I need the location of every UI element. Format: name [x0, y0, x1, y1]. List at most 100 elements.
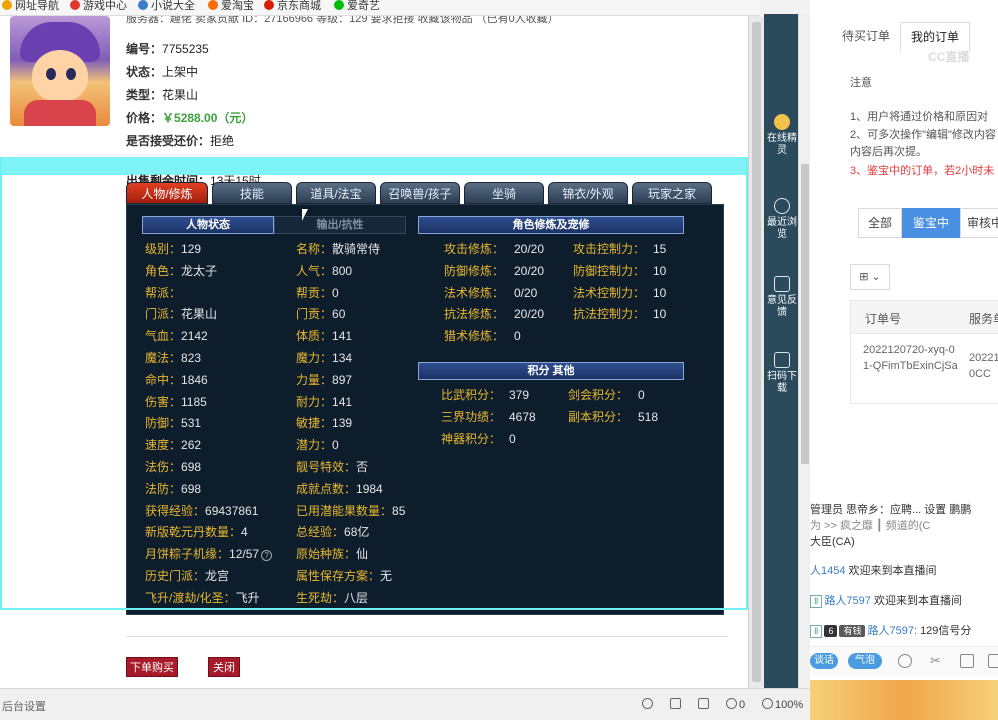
stat-label: 气血：: [145, 329, 182, 344]
chat-banner: [810, 680, 998, 720]
bookmark-nav[interactable]: 网址导航: [2, 0, 59, 14]
lock-icon[interactable]: [698, 698, 711, 711]
points-row: 三界功绩： 4678: [441, 409, 536, 425]
zoom-control[interactable]: 100%: [762, 698, 803, 711]
stat-value: 1984: [356, 481, 383, 496]
listing-counteroffer: 是否接受还价：拒绝: [126, 134, 235, 148]
shield-icon[interactable]: [642, 698, 655, 711]
stat-value: 698: [181, 481, 202, 496]
section-cultivation: 角色修炼及宠修: [418, 216, 684, 234]
level-badge: Ⅱ: [810, 625, 823, 638]
stat-label: 抗法修炼：: [444, 307, 505, 322]
highlight-bar: [0, 157, 748, 175]
stats-panel: 人物状态 输出/抗性 角色修炼及宠修 积分 其他 级别：129 角色：龙太子 帮派：…: [126, 204, 724, 615]
listing-top-row: 服务器：趣佬 卖家贡献 ID：27166966 等级：129 要求拒接 收藏该物…: [126, 16, 559, 24]
filter-appraising[interactable]: 鉴宝中: [902, 208, 960, 238]
stat-value: 散骑常侍: [332, 242, 381, 256]
stat-value: 0: [509, 431, 516, 446]
tab-mounts[interactable]: 坐骑: [464, 182, 544, 204]
scissors-icon[interactable]: ✂: [930, 654, 944, 668]
stat-label: 伤害：: [145, 394, 182, 409]
tab-summons[interactable]: 召唤兽/孩子: [380, 182, 460, 204]
bubble-button[interactable]: 气泡: [848, 653, 882, 669]
sidebar-item-online-helper[interactable]: 在线精灵: [767, 114, 797, 157]
emoji-icon[interactable]: [898, 654, 912, 668]
tab-pending-orders[interactable]: 待买订单: [832, 22, 900, 52]
bookmark-games[interactable]: 游戏中心: [70, 0, 127, 14]
filter-reviewing[interactable]: 审核中: [960, 208, 998, 238]
control-row: 法术控制力： 10: [573, 285, 666, 301]
listing-price: 价格：￥5288.00（元）: [126, 111, 254, 125]
stat-row: 获得经验：69437861: [145, 503, 258, 519]
stat-label: 角色：: [145, 263, 182, 278]
zoom-icon: [762, 698, 773, 709]
block-counter[interactable]: 0: [726, 698, 745, 711]
stat-label: 三界功绩：: [441, 409, 502, 424]
stat-label: 耐力：: [296, 394, 333, 409]
bookmark-novels[interactable]: 小说大全: [138, 0, 195, 14]
image-icon[interactable]: [960, 654, 974, 668]
cultivation-row: 法术修炼： 0/20: [444, 285, 537, 301]
tab-skills[interactable]: 技能: [212, 182, 292, 204]
level-badge: Ⅱ: [810, 595, 823, 608]
table-row[interactable]: 2022120720-xyq-01-QFimTbExinCjSa 2022120…: [850, 334, 998, 404]
stat-value: 20/20: [514, 242, 545, 256]
control-row: 防御控制力： 10: [573, 263, 666, 279]
talk-button[interactable]: 谈话: [810, 653, 838, 669]
stat-value: 20/20: [514, 307, 545, 322]
speaker-icon[interactable]: [670, 698, 683, 711]
bookmark-jd[interactable]: 京东商城: [264, 0, 321, 14]
stat-label: 神器积分：: [441, 431, 502, 446]
tab-home[interactable]: 玩家之家: [632, 182, 712, 204]
stat-value: 0: [332, 285, 339, 300]
stat-label: 帮派：: [145, 285, 182, 300]
order-no-cell: 2022120720-xyq-01-QFimTbExinCjSa: [863, 344, 958, 372]
bookmark-taobao[interactable]: 爱淘宝: [208, 0, 254, 14]
scroll-thumb[interactable]: [752, 22, 761, 682]
points-row: 神器积分： 0: [441, 431, 516, 447]
stat-label: 潜力：: [296, 438, 333, 453]
status-left-text: 后台设置: [2, 701, 46, 713]
stat-value: 4: [241, 525, 248, 540]
block-icon: [726, 698, 737, 709]
rich-tag: 有钱: [839, 625, 866, 637]
stat-label: 敏捷：: [296, 416, 333, 431]
stat-value: 141: [332, 394, 353, 409]
stat-value: 无: [380, 569, 393, 583]
filter-all[interactable]: 全部: [858, 208, 902, 238]
page-scrollbar[interactable]: [748, 16, 764, 688]
bookmark-bar: 网址导航 游戏中心 小说大全 爱淘宝 京东商城 爱奇艺: [0, 0, 760, 16]
stat-row: 法防：698: [145, 481, 201, 497]
tab-character[interactable]: 人物/修炼: [126, 182, 208, 204]
sidebar-item-scan-download[interactable]: 扫码下载: [767, 352, 797, 395]
stat-label: 比武积分：: [441, 388, 502, 402]
stat-value: 60: [332, 307, 346, 322]
cultivation-row: 攻击修炼： 20/20: [444, 241, 544, 257]
stat-value: 379: [509, 388, 530, 402]
stat-row: 魔力：134: [296, 350, 352, 366]
mail-icon[interactable]: [988, 654, 998, 668]
column-toggle[interactable]: ⊞ ⌄: [850, 264, 890, 290]
stat-label: 门贡：: [296, 307, 333, 322]
stat-value: 531: [181, 416, 202, 431]
stat-row: 命中：1846: [145, 372, 208, 388]
tab-outfits[interactable]: 锦衣/外观: [548, 182, 628, 204]
help-icon[interactable]: ?: [261, 550, 273, 562]
stat-row: 人气：800: [296, 263, 352, 279]
right-scrollbar[interactable]: [798, 14, 810, 700]
cultivation-row: 防御修炼： 20/20: [444, 263, 544, 279]
stat-label: 原始种族：: [296, 547, 357, 562]
stat-label: 魔力：: [296, 351, 333, 365]
bookmark-icon: [70, 0, 80, 10]
stat-value: 12/57: [229, 547, 260, 562]
sidebar-item-feedback[interactable]: 意见反馈: [767, 276, 797, 319]
section-output-resist[interactable]: 输出/抗性: [274, 216, 406, 234]
tab-items[interactable]: 道具/法宝: [296, 182, 376, 204]
right-scroll-thumb[interactable]: [801, 164, 809, 464]
stat-value: 68亿: [344, 525, 370, 540]
stat-label: 成就点数：: [296, 481, 357, 496]
close-button[interactable]: 关闭: [208, 657, 240, 677]
sidebar-item-recent[interactable]: 最近浏览: [767, 198, 797, 241]
buy-button[interactable]: 下单购买: [126, 657, 178, 677]
bookmark-iqiyi[interactable]: 爱奇艺: [334, 0, 380, 14]
